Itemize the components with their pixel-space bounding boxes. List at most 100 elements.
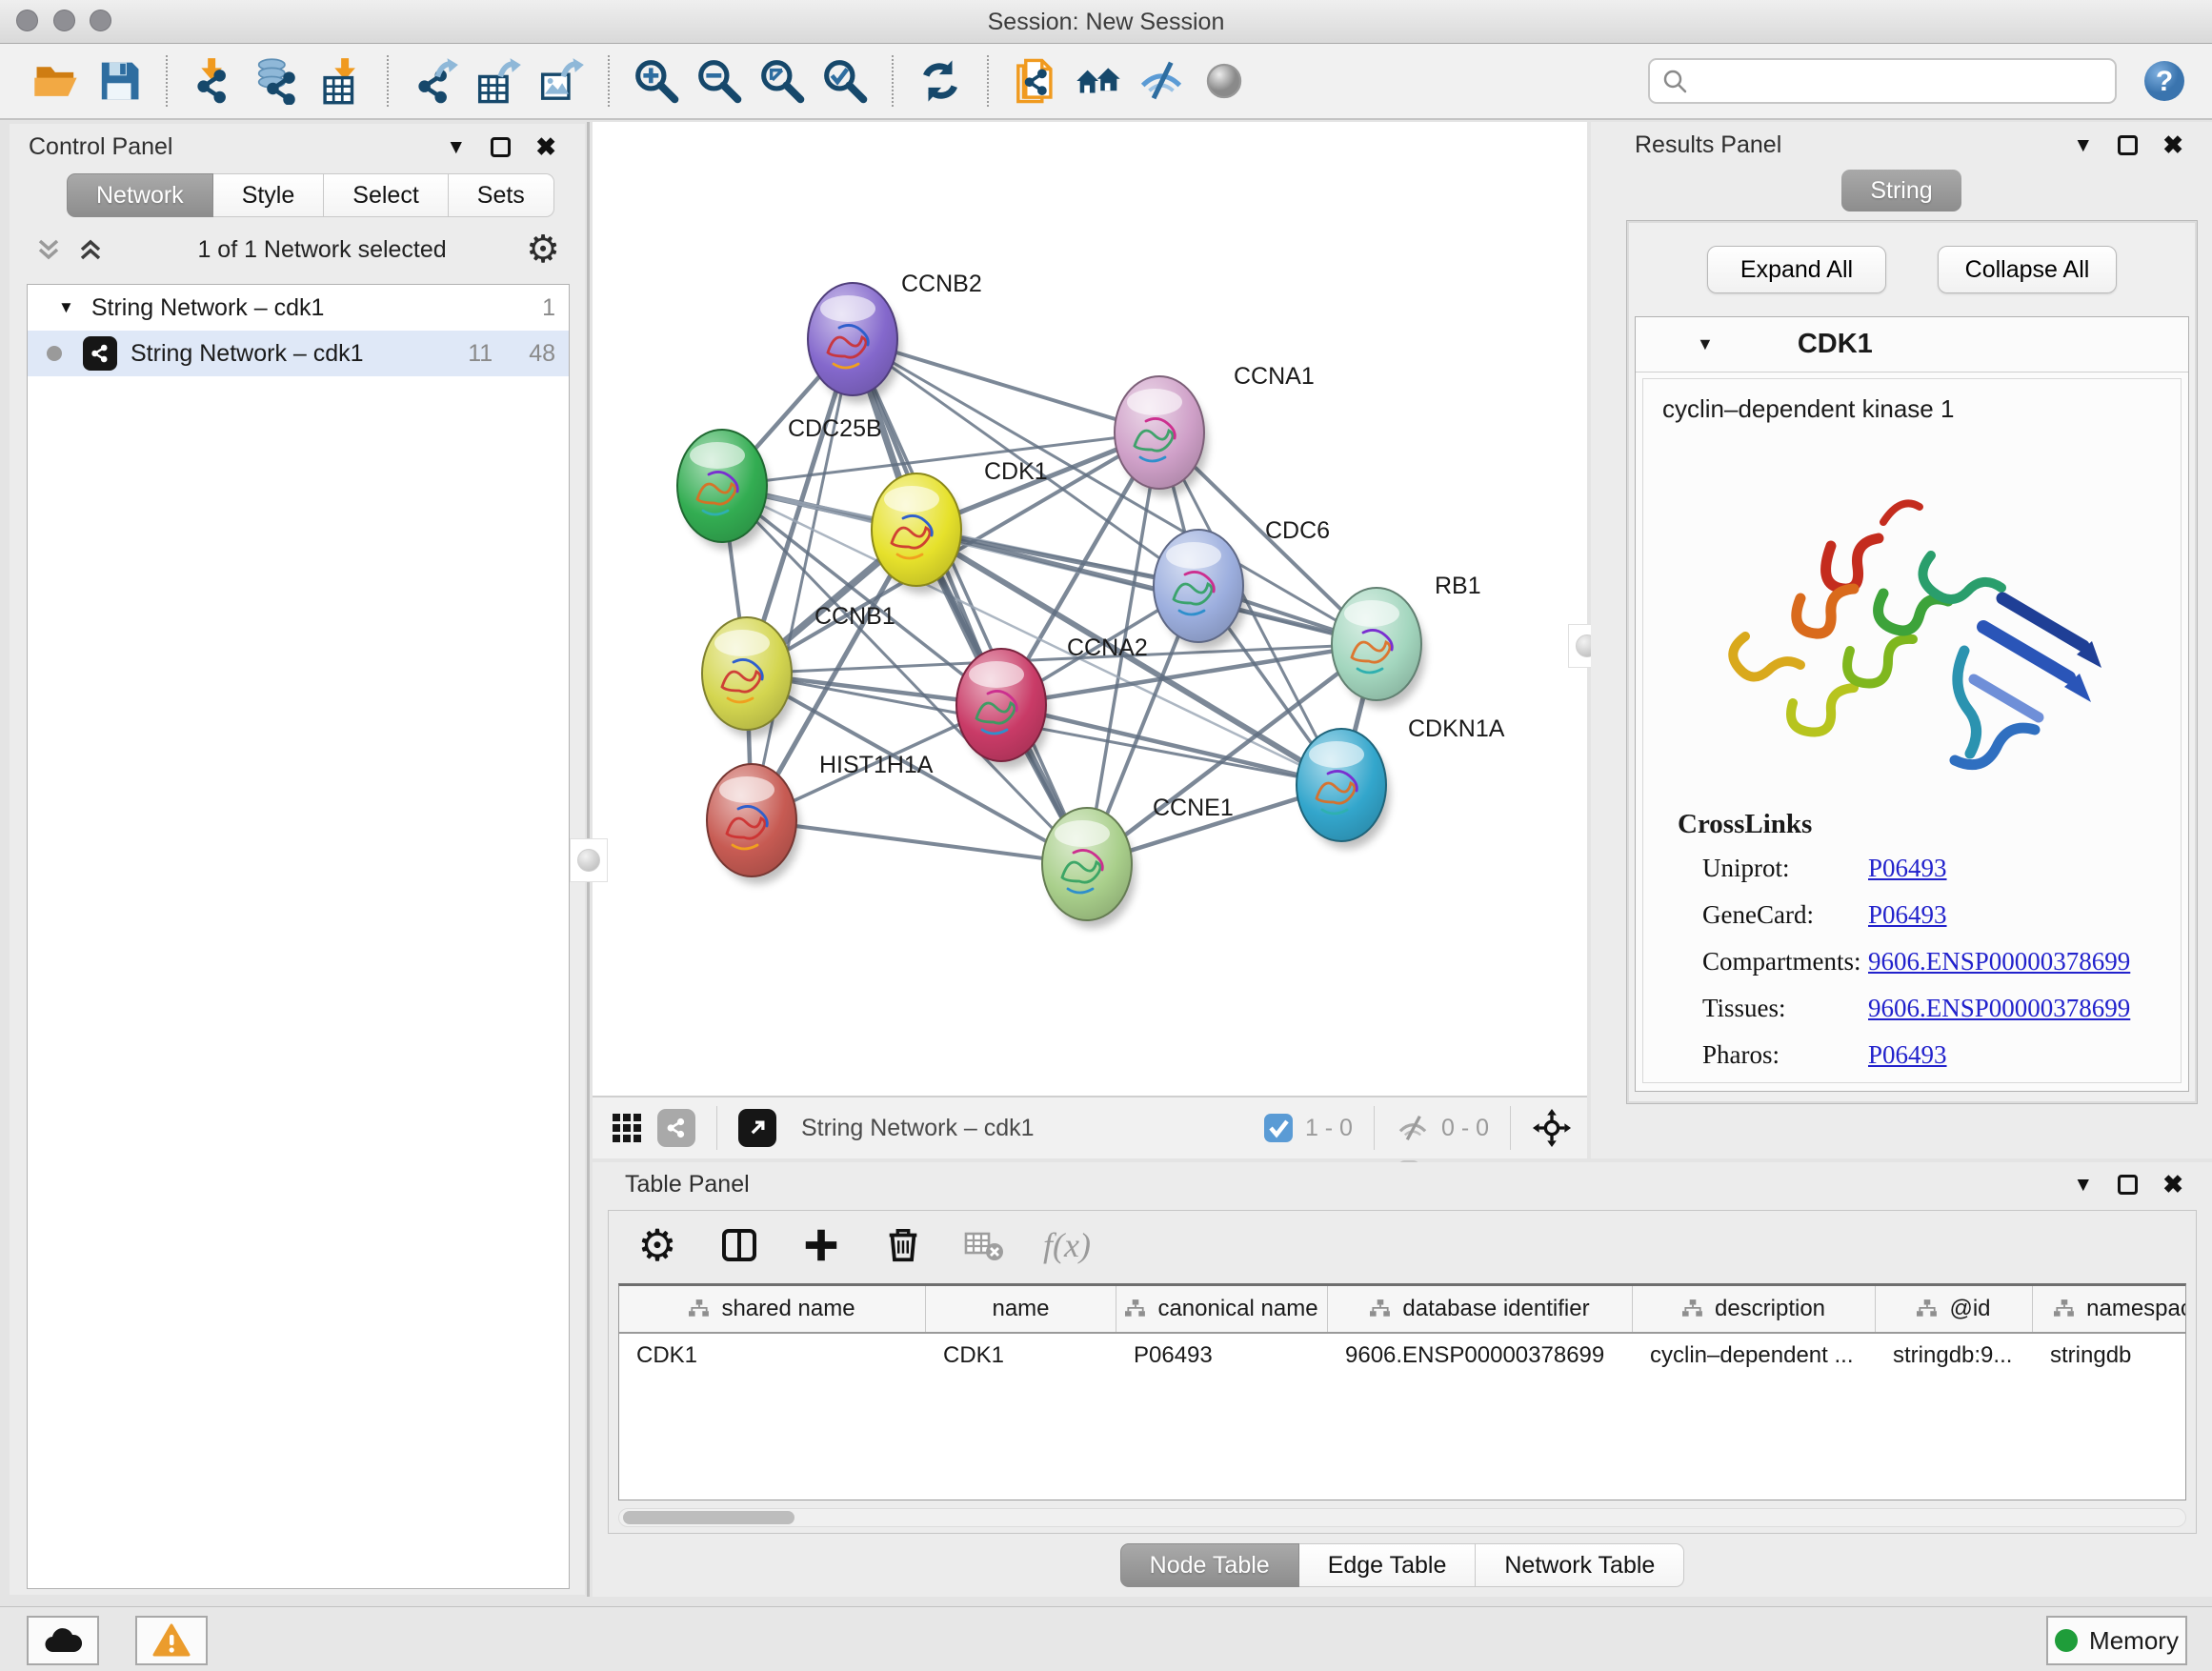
- help-icon[interactable]: ?: [2142, 58, 2187, 104]
- network-node-CDC6[interactable]: CDC6: [1154, 517, 1330, 650]
- expand-all-networks-icon[interactable]: [76, 235, 105, 264]
- column-header-database-identifier[interactable]: database identifier: [1328, 1286, 1633, 1332]
- open-folder-icon[interactable]: [31, 56, 81, 106]
- function-builder-icon: f(x): [1045, 1223, 1089, 1267]
- network-edge[interactable]: [916, 530, 1377, 644]
- network-row[interactable]: String Network – cdk1 11 48: [28, 331, 569, 376]
- tab-select[interactable]: Select: [324, 173, 448, 217]
- tab-string[interactable]: String: [1841, 170, 1961, 211]
- network-node-CCNE1[interactable]: CCNE1: [1042, 795, 1234, 928]
- warning-icon[interactable]: [135, 1616, 208, 1665]
- export-table-icon[interactable]: [473, 56, 523, 106]
- birds-eye-grid-icon[interactable]: [608, 1109, 646, 1147]
- crosslink-link[interactable]: 9606.ENSP00000378699: [1868, 947, 2130, 976]
- share-document-icon[interactable]: [1011, 56, 1060, 106]
- panel-collapse-icon[interactable]: ▼: [2073, 135, 2093, 155]
- node-label: HIST1H1A: [819, 752, 934, 778]
- column-header-shared-name[interactable]: shared name: [619, 1286, 926, 1332]
- network-node-CCNA1[interactable]: CCNA1: [1115, 363, 1315, 496]
- column-header-description[interactable]: description: [1633, 1286, 1876, 1332]
- network-options-gear-icon[interactable]: ⚙: [526, 231, 560, 269]
- cloud-status-icon[interactable]: [27, 1616, 99, 1665]
- crosslink-link[interactable]: P06493: [1868, 1040, 1947, 1070]
- panel-close-icon[interactable]: ✖: [2162, 132, 2183, 157]
- table-cell[interactable]: CDK1: [619, 1334, 926, 1378]
- delete-column-icon[interactable]: [881, 1223, 925, 1267]
- left-splitter-knob[interactable]: [570, 838, 608, 882]
- tab-network-table[interactable]: Network Table: [1476, 1543, 1684, 1587]
- tab-edge-table[interactable]: Edge Table: [1299, 1543, 1477, 1587]
- tab-style[interactable]: Style: [213, 173, 325, 217]
- column-header-namespac[interactable]: namespac: [2033, 1286, 2186, 1332]
- crosslink-label: GeneCard:: [1678, 900, 1868, 930]
- hidden-eye-icon[interactable]: [1396, 1111, 1430, 1145]
- search-input[interactable]: [1698, 68, 2103, 94]
- panel-close-icon[interactable]: ✖: [2162, 1172, 2183, 1197]
- network-node-CDKN1A[interactable]: CDKN1A: [1297, 715, 1505, 849]
- panel-close-icon[interactable]: ✖: [535, 134, 556, 159]
- crosslink-link[interactable]: P06493: [1868, 854, 1947, 883]
- import-database-icon[interactable]: [252, 56, 302, 106]
- hide-eye-icon[interactable]: [1136, 56, 1186, 106]
- table-cell[interactable]: CDK1: [926, 1334, 1116, 1378]
- tab-node-table[interactable]: Node Table: [1120, 1543, 1299, 1587]
- panel-float-icon[interactable]: [491, 137, 511, 157]
- column-header-canonical-name[interactable]: canonical name: [1116, 1286, 1328, 1332]
- tab-sets[interactable]: Sets: [449, 173, 554, 217]
- panel-collapse-icon[interactable]: ▼: [2073, 1175, 2093, 1195]
- table-cell[interactable]: 9606.ENSP00000378699: [1328, 1334, 1633, 1378]
- memory-button[interactable]: Memory: [2046, 1616, 2187, 1665]
- panel-float-icon[interactable]: [2118, 135, 2138, 155]
- selected-checkbox-icon[interactable]: [1263, 1113, 1294, 1143]
- zoom-selected-icon[interactable]: [820, 56, 870, 106]
- zoom-out-icon[interactable]: [694, 56, 744, 106]
- gear-icon[interactable]: ⚙: [635, 1223, 679, 1267]
- open-in-new-window-icon[interactable]: [738, 1109, 776, 1147]
- network-edge[interactable]: [752, 820, 1087, 864]
- tab-network[interactable]: Network: [67, 173, 213, 217]
- network-canvas[interactable]: CCNB2 CCNA1 CDC25B CDK1: [593, 122, 1587, 1096]
- split-columns-icon[interactable]: [717, 1223, 761, 1267]
- zoom-fit-icon[interactable]: [757, 56, 807, 106]
- collapse-all-button[interactable]: Collapse All: [1938, 246, 2117, 293]
- home-icon[interactable]: [1074, 56, 1123, 106]
- table-hscrollbar[interactable]: [618, 1508, 2186, 1527]
- crosslink-link[interactable]: 9606.ENSP00000378699: [1868, 994, 2130, 1023]
- share-view-icon[interactable]: [657, 1109, 695, 1147]
- export-network-icon[interactable]: [411, 56, 460, 106]
- table-row[interactable]: CDK1CDK1P064939606.ENSP00000378699cyclin…: [619, 1334, 2185, 1378]
- import-network-icon[interactable]: [190, 56, 239, 106]
- panel-float-icon[interactable]: [2118, 1175, 2138, 1195]
- protein-card-header[interactable]: ▼ CDK1: [1636, 317, 2188, 372]
- fit-selected-crosshair-icon[interactable]: [1532, 1108, 1572, 1148]
- network-node-CCNA2[interactable]: CCNA2: [956, 634, 1148, 769]
- save-session-icon[interactable]: [94, 56, 144, 106]
- export-image-icon[interactable]: [536, 56, 586, 106]
- scrollbar-thumb[interactable]: [623, 1511, 794, 1524]
- zoom-in-icon[interactable]: [632, 56, 681, 106]
- table-cell[interactable]: stringdb: [2033, 1334, 2186, 1378]
- column-header--id[interactable]: @id: [1876, 1286, 2033, 1332]
- refresh-layout-icon[interactable]: [915, 56, 965, 106]
- crosslink-link[interactable]: P06493: [1868, 900, 1947, 930]
- column-header-name[interactable]: name: [926, 1286, 1116, 1332]
- network-node-RB1[interactable]: RB1: [1332, 573, 1481, 708]
- table-cell[interactable]: P06493: [1116, 1334, 1328, 1378]
- panel-collapse-icon[interactable]: ▼: [446, 137, 466, 157]
- table-cell[interactable]: stringdb:9...: [1876, 1334, 2033, 1378]
- collapse-all-networks-icon[interactable]: [34, 235, 63, 264]
- table-cell[interactable]: cyclin–dependent ...: [1633, 1334, 1876, 1378]
- network-edge[interactable]: [853, 339, 1087, 864]
- import-table-icon[interactable]: [315, 56, 365, 106]
- add-column-icon[interactable]: [799, 1223, 843, 1267]
- network-node-CCNB2[interactable]: CCNB2: [808, 271, 982, 403]
- gray-sphere-icon[interactable]: [1199, 56, 1249, 106]
- network-collection-row[interactable]: ▼ String Network – cdk1 1: [28, 285, 569, 331]
- network-node-CDK1[interactable]: CDK1: [872, 458, 1048, 594]
- tree-expander-icon[interactable]: ▼: [58, 298, 74, 317]
- protein-expander-icon[interactable]: ▼: [1697, 334, 1714, 354]
- network-edge[interactable]: [752, 339, 853, 820]
- network-node-HIST1H1A[interactable]: HIST1H1A: [707, 752, 934, 884]
- expand-all-button[interactable]: Expand All: [1707, 246, 1886, 293]
- network-edge[interactable]: [1001, 705, 1341, 785]
